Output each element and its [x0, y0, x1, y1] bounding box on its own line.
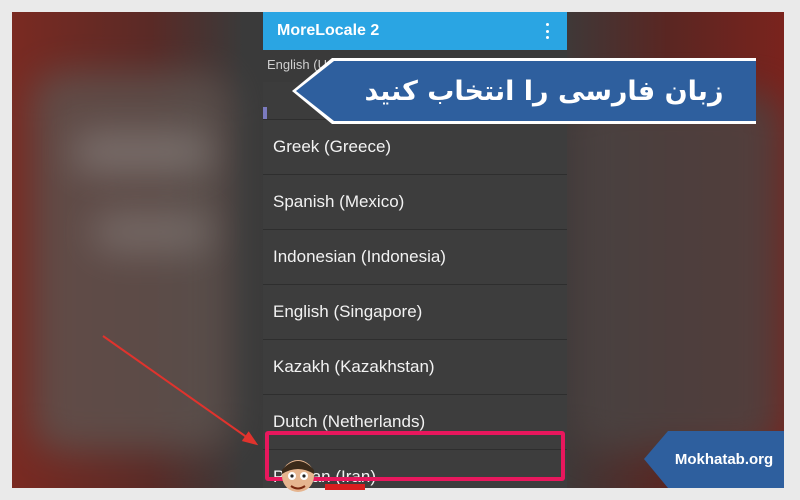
blur-shape [72, 132, 212, 172]
locale-item-indonesian[interactable]: Indonesian (Indonesia) [263, 230, 567, 285]
blur-shape [92, 212, 212, 252]
mascot-icon [282, 460, 314, 492]
locale-item-english-singapore[interactable]: English (Singapore) [263, 285, 567, 340]
brand-text: Mokhatab.org [674, 451, 774, 468]
locale-item-kazakh[interactable]: Kazakh (Kazakhstan) [263, 340, 567, 395]
instruction-banner: زبان فارسی را انتخاب کنید [292, 58, 756, 124]
red-tag [325, 484, 365, 490]
more-vertical-icon[interactable] [541, 21, 553, 41]
banner-text: زبان فارسی را انتخاب کنید [364, 75, 724, 107]
locale-item-spanish[interactable]: Spanish (Mexico) [263, 175, 567, 230]
locale-item-greek[interactable]: Greek (Greece) [263, 119, 567, 175]
app-bar: MoreLocale 2 [263, 12, 567, 50]
blur-shape [32, 72, 232, 452]
brand-badge: Mokhatab.org [644, 431, 784, 488]
blur-shape [572, 92, 782, 452]
app-title: MoreLocale 2 [277, 22, 380, 39]
